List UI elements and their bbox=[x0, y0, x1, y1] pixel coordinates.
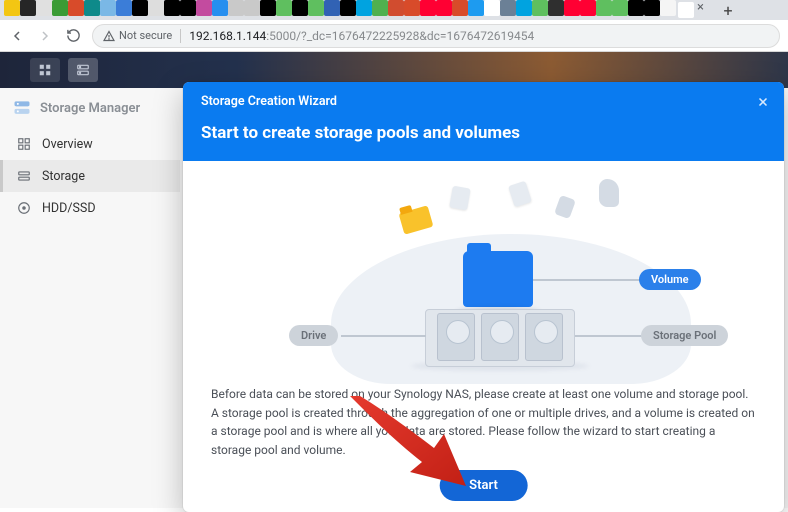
browser-tab[interactable] bbox=[116, 0, 132, 16]
browser-tab[interactable] bbox=[260, 0, 276, 16]
browser-tab[interactable] bbox=[196, 0, 212, 16]
sidebar-item-label: Overview bbox=[42, 137, 93, 152]
disk-icon bbox=[16, 200, 32, 216]
browser-tab[interactable] bbox=[548, 0, 564, 16]
blob-icon bbox=[599, 179, 619, 207]
overview-icon bbox=[16, 136, 32, 152]
browser-tab[interactable] bbox=[308, 0, 324, 16]
browser-tab[interactable] bbox=[388, 0, 404, 16]
sidebar-item-storage[interactable]: Storage bbox=[0, 160, 180, 192]
browser-tab[interactable] bbox=[148, 0, 164, 16]
browser-tab[interactable] bbox=[564, 0, 580, 16]
drives-icon bbox=[435, 313, 565, 363]
dialog-title: Start to create storage pools and volume… bbox=[201, 109, 766, 161]
active-tab[interactable]: × bbox=[678, 2, 694, 18]
browser-tab[interactable] bbox=[580, 0, 596, 16]
back-button[interactable] bbox=[8, 27, 26, 45]
browser-tab[interactable] bbox=[404, 0, 420, 16]
connector-line bbox=[533, 279, 645, 281]
browser-tab-strip: × + bbox=[0, 0, 788, 20]
browser-tab[interactable] bbox=[372, 0, 388, 16]
drive-icon bbox=[437, 313, 475, 361]
browser-tab[interactable] bbox=[468, 0, 484, 16]
document-icon bbox=[508, 181, 532, 207]
browser-tab[interactable] bbox=[532, 0, 548, 16]
browser-tab[interactable] bbox=[420, 0, 436, 16]
browser-tab[interactable] bbox=[244, 0, 260, 16]
start-button[interactable]: Start bbox=[439, 470, 528, 501]
browser-tab[interactable] bbox=[68, 0, 84, 16]
label-storage-pool: Storage Pool bbox=[641, 325, 728, 346]
browser-tab[interactable] bbox=[276, 0, 292, 16]
connector-line bbox=[575, 335, 647, 337]
browser-tab[interactable] bbox=[4, 0, 20, 16]
app-title-text: Storage Manager bbox=[40, 101, 140, 116]
browser-tab[interactable] bbox=[484, 0, 500, 16]
browser-tab[interactable] bbox=[36, 0, 52, 16]
label-drive: Drive bbox=[289, 325, 338, 346]
browser-tab[interactable] bbox=[452, 0, 468, 16]
drive-icon bbox=[525, 313, 563, 361]
sidebar-item-label: Storage bbox=[42, 169, 85, 184]
storage-icon bbox=[16, 168, 32, 184]
new-tab-button[interactable]: + bbox=[716, 1, 740, 19]
sidebar-item-hdd-ssd[interactable]: HDD/SSD bbox=[0, 192, 180, 224]
browser-tab[interactable] bbox=[516, 0, 532, 16]
sidebar: Overview Storage HDD/SSD bbox=[0, 128, 180, 508]
close-icon bbox=[756, 95, 770, 109]
storage-creation-wizard: Storage Creation Wizard Start to create … bbox=[183, 82, 784, 512]
browser-tab[interactable] bbox=[20, 0, 36, 16]
browser-tab[interactable] bbox=[660, 0, 676, 16]
browser-tab[interactable] bbox=[132, 0, 148, 16]
dialog-caption: Storage Creation Wizard bbox=[201, 82, 766, 109]
browser-tab[interactable] bbox=[228, 0, 244, 16]
forward-button bbox=[36, 27, 54, 45]
storage-manager-icon bbox=[12, 98, 32, 118]
browser-tab[interactable] bbox=[436, 0, 452, 16]
browser-tab[interactable] bbox=[180, 0, 196, 16]
dialog-header: Storage Creation Wizard Start to create … bbox=[183, 82, 784, 161]
browser-tab[interactable] bbox=[356, 0, 372, 16]
browser-tab[interactable] bbox=[292, 0, 308, 16]
browser-tab[interactable] bbox=[628, 0, 644, 16]
dsm-storage-button[interactable] bbox=[68, 58, 98, 82]
label-volume: Volume bbox=[639, 269, 701, 290]
browser-tab[interactable] bbox=[596, 0, 612, 16]
dsm-app-grid-button[interactable] bbox=[30, 58, 60, 82]
sidebar-item-overview[interactable]: Overview bbox=[0, 128, 180, 160]
sidebar-item-label: HDD/SSD bbox=[42, 201, 96, 216]
browser-tab[interactable] bbox=[164, 0, 180, 16]
folder-icon bbox=[399, 205, 434, 234]
drive-icon bbox=[481, 313, 519, 361]
document-icon bbox=[449, 186, 471, 211]
connector-line bbox=[341, 335, 426, 337]
file-icon bbox=[554, 195, 576, 219]
browser-tab[interactable] bbox=[612, 0, 628, 16]
browser-tab[interactable] bbox=[84, 0, 100, 16]
close-button[interactable] bbox=[756, 94, 770, 113]
warning-icon bbox=[103, 30, 115, 42]
address-bar[interactable]: Not secure 192.168.1.144:5000/?_dc=16764… bbox=[92, 24, 780, 48]
browser-tab[interactable] bbox=[500, 0, 516, 16]
url-text: 192.168.1.144:5000/?_dc=1676472225928&dc… bbox=[189, 29, 534, 43]
volume-folder-icon bbox=[463, 251, 533, 307]
browser-tab[interactable] bbox=[340, 0, 356, 16]
wizard-description: Before data can be stored on your Synolo… bbox=[211, 385, 756, 459]
security-indicator[interactable]: Not secure bbox=[103, 29, 172, 42]
illustration: Volume Storage Pool Drive bbox=[211, 179, 756, 379]
not-secure-label: Not secure bbox=[119, 29, 172, 42]
close-tab-icon[interactable]: × bbox=[697, 0, 704, 15]
browser-toolbar: Not secure 192.168.1.144:5000/?_dc=16764… bbox=[0, 20, 788, 52]
browser-tab[interactable] bbox=[324, 0, 340, 16]
browser-tab[interactable] bbox=[100, 0, 116, 16]
reload-button[interactable] bbox=[64, 27, 82, 45]
divider bbox=[180, 29, 181, 43]
browser-tab[interactable] bbox=[644, 0, 660, 16]
browser-tab[interactable] bbox=[52, 0, 68, 16]
browser-tab[interactable] bbox=[212, 0, 228, 16]
dialog-body: Volume Storage Pool Drive Before data ca… bbox=[183, 161, 784, 512]
